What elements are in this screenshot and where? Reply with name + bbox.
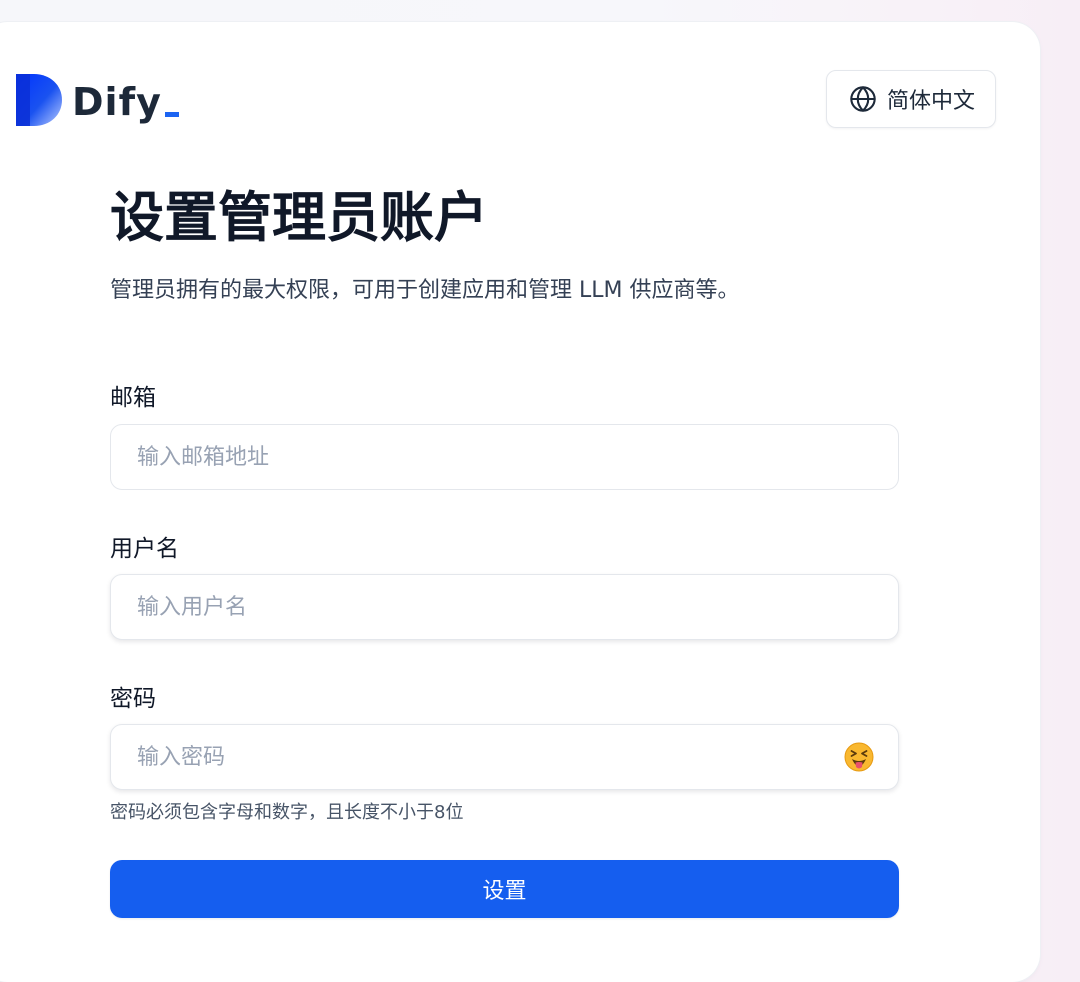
page-title: 设置管理员账户 [110, 186, 488, 249]
email-field-container [110, 424, 899, 490]
logo-underscore [164, 111, 179, 117]
password-visibility-toggle[interactable] [844, 742, 874, 772]
language-label: 简体中文 [887, 89, 976, 114]
setup-card [0, 22, 1040, 982]
username-label: 用户名 [110, 536, 179, 562]
email-label: 邮箱 [110, 385, 156, 411]
logo-text: Dify [72, 80, 162, 124]
password-label: 密码 [110, 686, 156, 712]
password-field-container [110, 724, 899, 790]
dify-logo: Dify [16, 72, 179, 128]
language-selector-button[interactable]: 简体中文 [826, 70, 996, 128]
password-input[interactable] [111, 725, 898, 789]
setup-submit-button[interactable]: 设置 [110, 860, 899, 918]
username-input[interactable] [111, 575, 898, 639]
dify-logo-icon [16, 74, 62, 126]
username-field-container [110, 574, 899, 640]
squinting-face-with-tongue-emoji-icon [844, 742, 874, 772]
page-subtitle: 管理员拥有的最大权限，可用于创建应用和管理 LLM 供应商等。 [110, 278, 740, 303]
password-hint: 密码必须包含字母和数字，且长度不小于8位 [110, 802, 464, 823]
email-input[interactable] [111, 425, 898, 489]
globe-icon [850, 86, 876, 112]
